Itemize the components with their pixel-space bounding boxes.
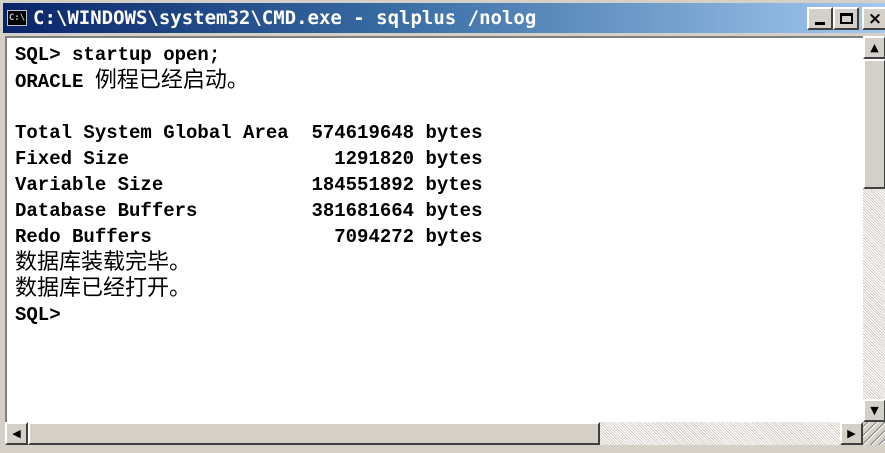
horizontal-scroll-thumb[interactable] — [28, 422, 600, 445]
console-line-prompt: SQL> — [15, 304, 61, 326]
console-line-fixed-size: Fixed Size 1291820 bytes — [15, 148, 483, 170]
arrow-right-icon: ▶ — [847, 427, 856, 440]
instance-started-text: 例程已经启动。 — [94, 68, 249, 93]
maximize-button[interactable] — [833, 7, 859, 30]
minimize-icon — [815, 21, 825, 25]
scroll-down-button[interactable]: ▼ — [863, 399, 885, 422]
window-bottom-border — [1, 445, 885, 453]
scroll-left-button[interactable]: ◀ — [5, 422, 28, 445]
scroll-right-button[interactable]: ▶ — [840, 422, 863, 445]
close-button[interactable]: × — [862, 7, 885, 30]
console-line-redo-buffers: Redo Buffers 7094272 bytes — [15, 226, 483, 248]
resize-grip-icon[interactable] — [863, 422, 885, 445]
console-line-prompt-command: SQL> startup open; — [15, 44, 221, 66]
scroll-up-button[interactable]: ▲ — [863, 36, 885, 59]
console-window: C:\ C:\WINDOWS\system32\CMD.exe - sqlplu… — [0, 0, 885, 453]
console-line-database-opened: 数据库已经打开。 — [15, 276, 192, 301]
arrow-left-icon: ◀ — [12, 427, 21, 440]
console-line-database-buffers: Database Buffers 381681664 bytes — [15, 200, 483, 222]
window-title: C:\WINDOWS\system32\CMD.exe - sqlplus /n… — [33, 7, 537, 29]
console-line-total-sga: Total System Global Area 574619648 bytes — [15, 122, 483, 144]
oracle-label: ORACLE — [15, 71, 95, 93]
console-line-variable-size: Variable Size 184551892 bytes — [15, 174, 483, 196]
maximize-icon — [839, 13, 853, 24]
title-bar[interactable]: C:\ C:\WINDOWS\system32\CMD.exe - sqlplu… — [3, 3, 885, 33]
horizontal-scrollbar[interactable]: ◀ ▶ — [5, 422, 863, 445]
console-output[interactable]: SQL> startup open; ORACLE 例程已经启动。 Total … — [5, 36, 863, 422]
arrow-down-icon: ▼ — [870, 404, 879, 417]
title-buttons: × — [807, 7, 885, 30]
minimize-button[interactable] — [807, 7, 833, 30]
close-icon: × — [867, 8, 883, 29]
arrow-up-icon: ▲ — [870, 41, 879, 54]
vertical-scrollbar[interactable]: ▲ ▼ — [863, 36, 885, 422]
vertical-scroll-thumb[interactable] — [863, 59, 885, 189]
cmd-icon[interactable]: C:\ — [7, 10, 27, 26]
console-line-instance-started: ORACLE 例程已经启动。 — [15, 68, 249, 94]
console-line-database-mounted: 数据库装载完毕。 — [15, 250, 192, 275]
